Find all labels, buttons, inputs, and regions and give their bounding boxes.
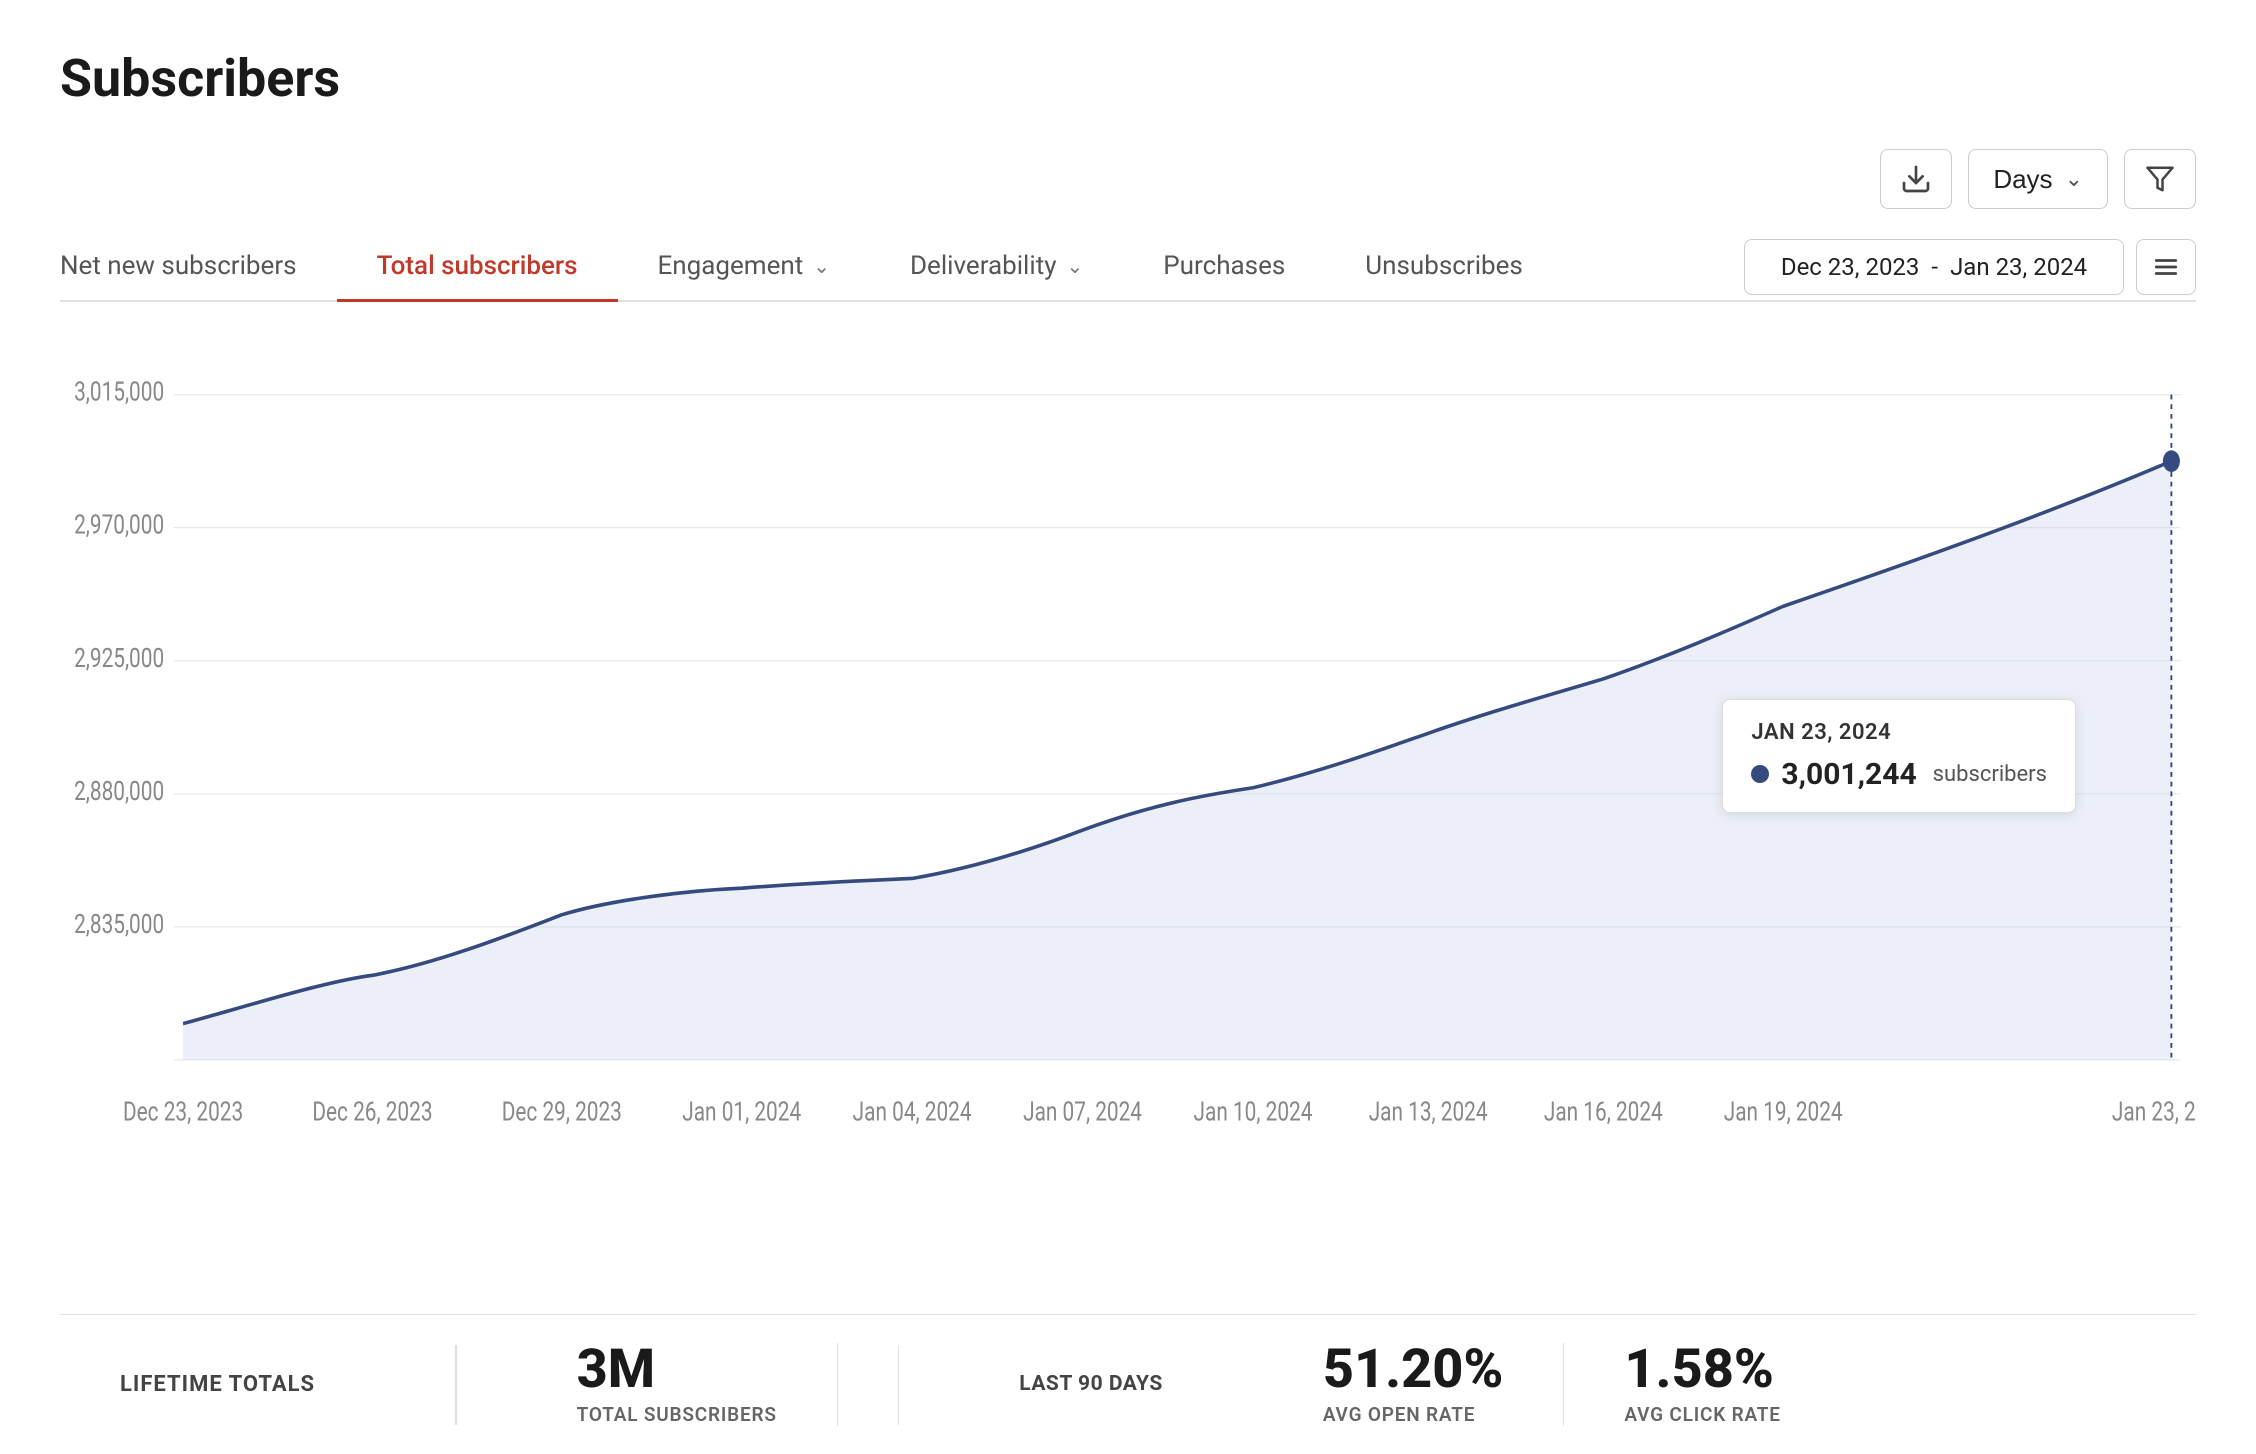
stats-divider-1	[455, 1345, 457, 1425]
svg-text:Dec 26, 2023: Dec 26, 2023	[312, 1096, 432, 1127]
svg-text:Jan 04, 2024: Jan 04, 2024	[853, 1096, 972, 1127]
chevron-down-icon: ⌄	[1067, 254, 1084, 278]
total-subscribers-stat: 3M TOTAL SUBSCRIBERS	[517, 1343, 838, 1426]
date-range-picker[interactable]: Dec 23, 2023 - Jan 23, 2024	[1744, 239, 2124, 295]
tooltip-label: subscribers	[1933, 762, 2047, 787]
tooltip-value-row: 3,001,244 subscribers	[1751, 757, 2047, 792]
svg-text:Jan 16, 2024: Jan 16, 2024	[1544, 1096, 1663, 1127]
tab-purchases[interactable]: Purchases	[1123, 233, 1325, 302]
avg-click-rate-label: AVG CLICK RATE	[1624, 1403, 1780, 1426]
total-subscribers-label: TOTAL SUBSCRIBERS	[577, 1403, 777, 1426]
avg-open-rate-stat: 51.20% AVG OPEN RATE	[1263, 1343, 1565, 1426]
download-button[interactable]	[1880, 149, 1952, 209]
svg-text:Jan 19, 2024: Jan 19, 2024	[1724, 1096, 1843, 1127]
page-title: Subscribers	[60, 48, 2196, 109]
svg-text:Jan 23, 2024: Jan 23, 2024	[2112, 1096, 2196, 1127]
tab-net-new-subscribers[interactable]: Net new subscribers	[60, 233, 337, 302]
lifetime-totals-label: LIFETIME TOTALS	[120, 1372, 315, 1397]
last-90-section: LAST 90 DAYS	[959, 1372, 1263, 1398]
last-90-label: LAST 90 DAYS	[1019, 1372, 1163, 1396]
stats-bar: LIFETIME TOTALS 3M TOTAL SUBSCRIBERS LAS…	[60, 1314, 2196, 1454]
avg-open-rate-label: AVG OPEN RATE	[1323, 1403, 1475, 1426]
svg-text:Jan 13, 2024: Jan 13, 2024	[1369, 1096, 1488, 1127]
tabs-row: Net new subscribers Total subscribers En…	[60, 233, 2196, 302]
tab-engagement[interactable]: Engagement ⌄	[618, 233, 870, 302]
chevron-down-icon: ⌄	[2065, 166, 2083, 192]
days-dropdown[interactable]: Days ⌄	[1968, 149, 2108, 209]
avg-click-rate-value: 1.58%	[1624, 1343, 1773, 1397]
date-range-container: Dec 23, 2023 - Jan 23, 2024	[1744, 239, 2196, 295]
tooltip-date: JAN 23, 2024	[1751, 720, 2047, 745]
tab-unsubscribes[interactable]: Unsubscribes	[1325, 233, 1563, 302]
days-label: Days	[1993, 164, 2052, 195]
avg-open-rate-value: 51.20%	[1323, 1343, 1504, 1397]
svg-text:2,970,000: 2,970,000	[74, 509, 164, 540]
chart-tooltip: JAN 23, 2024 3,001,244 subscribers	[1722, 699, 2076, 813]
tooltip-value: 3,001,244	[1781, 757, 1916, 792]
svg-text:2,925,000: 2,925,000	[74, 642, 164, 673]
svg-text:Jan 07, 2024: Jan 07, 2024	[1023, 1096, 1142, 1127]
stats-divider-2	[898, 1345, 900, 1425]
toolbar: Days ⌄	[60, 149, 2196, 209]
date-start: Dec 23, 2023	[1781, 253, 1920, 281]
svg-text:2,835,000: 2,835,000	[74, 908, 164, 939]
svg-text:Dec 29, 2023: Dec 29, 2023	[502, 1096, 622, 1127]
svg-text:2,880,000: 2,880,000	[74, 775, 164, 806]
menu-button[interactable]	[2136, 239, 2196, 295]
chart-area: 3,015,000 2,970,000 2,925,000 2,880,000 …	[60, 322, 2196, 1314]
svg-text:Jan 10, 2024: Jan 10, 2024	[1194, 1096, 1313, 1127]
svg-text:Dec 23, 2023: Dec 23, 2023	[123, 1096, 243, 1127]
total-subscribers-value: 3M	[577, 1343, 655, 1397]
svg-text:3,015,000: 3,015,000	[74, 376, 164, 407]
tooltip-dot-icon	[1751, 765, 1769, 783]
tab-total-subscribers[interactable]: Total subscribers	[337, 233, 618, 302]
lifetime-totals-section: LIFETIME TOTALS	[120, 1372, 395, 1397]
svg-text:Jan 01, 2024: Jan 01, 2024	[682, 1096, 801, 1127]
avg-click-rate-stat: 1.58% AVG CLICK RATE	[1564, 1343, 1840, 1426]
date-end: Jan 23, 2024	[1950, 253, 2087, 281]
tab-deliverability[interactable]: Deliverability ⌄	[870, 233, 1123, 302]
chart-svg: 3,015,000 2,970,000 2,925,000 2,880,000 …	[60, 322, 2196, 1314]
date-separator: -	[1931, 253, 1938, 281]
chevron-down-icon: ⌄	[813, 254, 830, 278]
filter-button[interactable]	[2124, 149, 2196, 209]
